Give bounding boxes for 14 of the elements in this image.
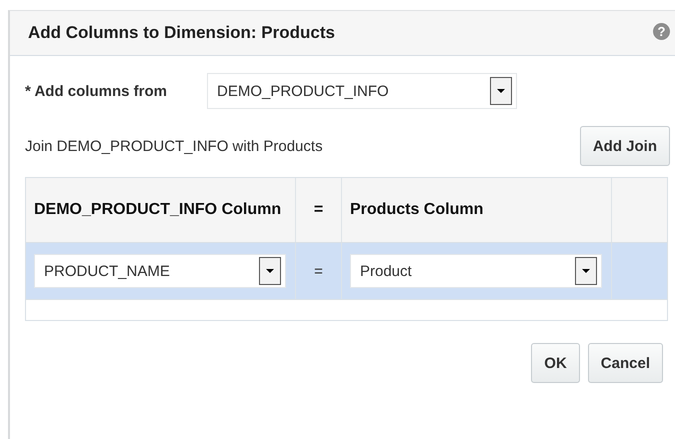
source-dropdown[interactable]: DEMO_PRODUCT_INFO — [207, 73, 517, 109]
field-label: * Add columns from — [25, 82, 168, 100]
equals-sign: = — [314, 262, 323, 280]
column-dropdown[interactable]: Product — [350, 254, 602, 288]
join-description: Join DEMO_PRODUCT_INFO with Products — [25, 138, 323, 154]
table-row[interactable]: PRODUCT_NAME = Product — [26, 243, 667, 299]
dialog-button[interactable]: Cancel — [588, 343, 663, 383]
column-header: Products Column — [350, 201, 484, 219]
add-join-button[interactable]: Add Join — [580, 126, 670, 166]
dialog-title: Add Columns to Dimension: Products — [28, 23, 335, 43]
dialog-button[interactable]: OK — [531, 343, 580, 383]
column-header: DEMO_PRODUCT_INFO Column — [34, 201, 282, 219]
column-dropdown[interactable]: PRODUCT_NAME — [34, 254, 286, 288]
column-header: = — [314, 201, 324, 219]
